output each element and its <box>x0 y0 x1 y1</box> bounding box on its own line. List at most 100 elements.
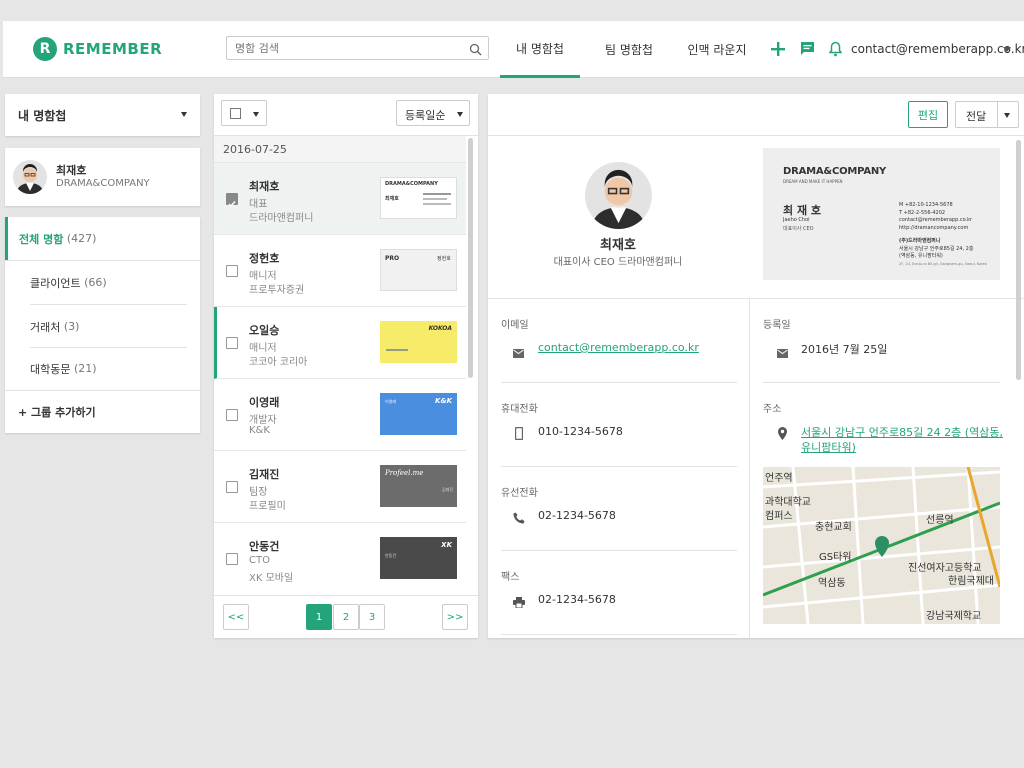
row-checkbox[interactable] <box>226 193 238 208</box>
business-card-thumbnail[interactable]: Profeel.me 김재진 <box>380 465 457 507</box>
row-name: 정헌호 <box>249 252 280 265</box>
group-item-alumni[interactable]: 대학동문 (21) <box>5 347 200 390</box>
address-link[interactable]: 서울시 강남구 언주로85길 24 2층 (역삼동, 유니팜타워) <box>801 425 1003 455</box>
sort-dropdown[interactable]: 등록일순 <box>396 100 470 126</box>
map-label: GS타워 <box>819 552 852 563</box>
row-company: K&K <box>249 425 270 436</box>
tab-team-cards[interactable]: 팀 명함첩 <box>591 21 667 78</box>
group-item-client[interactable]: 클라이언트 (66) <box>5 261 200 304</box>
pagination-page-2[interactable]: 2 <box>333 604 359 630</box>
group-count: (3) <box>63 320 80 333</box>
date-value: 2016년 7월 25일 <box>801 343 888 356</box>
location-pin-icon <box>778 425 787 444</box>
logo[interactable]: R REMEMBER <box>33 37 162 61</box>
profile-card[interactable]: 최재호 DRAMA&COMPANY <box>5 148 200 206</box>
email-link[interactable]: contact@rememberapp.co.kr <box>538 341 699 354</box>
mail-icon <box>777 343 788 362</box>
row-name: 최재호 <box>249 180 280 193</box>
map-label: 언주역 <box>765 473 793 484</box>
plus-icon[interactable] <box>770 41 786 61</box>
phone-icon <box>513 509 525 528</box>
message-icon[interactable] <box>800 41 815 60</box>
map[interactable]: 언주역 과학대학교 컴퍼스 충현교회 선릉역 GS타워 역삼동 진선여자고등학교… <box>763 467 1000 624</box>
top-bar: R REMEMBER 내 명함첩 팀 명함첩 인맥 라운지 contact@re… <box>3 21 1024 78</box>
map-label: 한림국제대 <box>948 576 994 587</box>
list-item[interactable]: 안동건 CTO XK 모바일 XK 안동건 <box>214 523 466 595</box>
phone-label: 유선전화 <box>501 488 538 499</box>
group-item-partner[interactable]: 거래처 (3) <box>5 305 200 348</box>
row-title: 팀장 <box>249 487 268 498</box>
search-box <box>226 36 489 60</box>
group-label: 거래처 <box>30 320 61 334</box>
map-label: 강남국제학교 <box>926 611 982 622</box>
detail-panel: 편집 전달 최재호 대표이사 CEO 드라마앤컴퍼니 DRAMA&COMPANY… <box>488 94 1024 638</box>
detail-scrollbar[interactable] <box>1016 140 1021 380</box>
forward-button[interactable]: 전달 <box>955 101 1019 128</box>
divider <box>488 298 1024 299</box>
group-label: 전체 명함 <box>19 232 64 246</box>
divider <box>501 550 737 551</box>
row-title: CTO <box>249 555 270 566</box>
tab-my-cards[interactable]: 내 명함첩 <box>500 21 580 78</box>
search-icon[interactable] <box>469 41 482 60</box>
business-card-thumbnail[interactable]: PRO 정헌호 <box>380 249 457 291</box>
group-label: 대학동문 <box>30 362 71 376</box>
pagination-next[interactable]: >> <box>442 604 468 630</box>
row-checkbox[interactable] <box>226 481 238 493</box>
row-title: 매니저 <box>249 343 277 354</box>
chevron-down-icon[interactable] <box>1003 47 1011 52</box>
search-input[interactable] <box>227 37 457 60</box>
row-name: 오일승 <box>249 324 280 337</box>
chevron-down-icon <box>457 112 463 117</box>
business-card-thumbnail[interactable]: XK 안동건 <box>380 537 457 579</box>
sort-label: 등록일순 <box>405 109 446 122</box>
row-checkbox[interactable] <box>226 553 238 565</box>
business-card-thumbnail[interactable]: K&K 이영래 <box>380 393 457 435</box>
fax-value: 02-1234-5678 <box>538 593 616 606</box>
divider <box>488 135 1024 136</box>
row-checkbox[interactable] <box>226 409 238 421</box>
row-title: 개발자 <box>249 415 277 426</box>
row-checkbox[interactable] <box>226 265 238 277</box>
tab-network-lounge[interactable]: 인맥 라운지 <box>679 21 755 78</box>
row-company: 코코아 코리아 <box>249 357 308 368</box>
group-list: 전체 명함 (427) 클라이언트 (66) 거래처 (3) 대학동문 (21)… <box>5 217 200 433</box>
business-card-thumbnail[interactable]: DRAMA&COMPANY 최재호 <box>380 177 457 219</box>
phone-value[interactable]: 02-1234-5678 <box>538 509 616 522</box>
list-item[interactable]: 오일승 매니저 코코아 코리아 KOKOA <box>214 307 466 379</box>
map-streets <box>763 467 1000 624</box>
divider <box>214 595 478 596</box>
row-checkbox[interactable] <box>226 337 238 349</box>
list-item[interactable]: 김재진 팀장 프로필미 Profeel.me 김재진 <box>214 451 466 523</box>
edit-button[interactable]: 편집 <box>908 101 948 128</box>
pagination-page-3[interactable]: 3 <box>359 604 385 630</box>
row-company: XK 모바일 <box>249 573 294 584</box>
email-label: 이메일 <box>501 320 529 331</box>
profile-name: 최재호 <box>56 164 87 177</box>
select-all-checkbox[interactable] <box>230 108 241 119</box>
detail-avatar <box>585 162 652 229</box>
business-card-thumbnail[interactable]: KOKOA <box>380 321 457 363</box>
list-scrollbar[interactable] <box>468 138 473 378</box>
row-company: 드라마앤컴퍼니 <box>249 213 314 224</box>
logo-text: REMEMBER <box>63 40 163 58</box>
pagination-prev[interactable]: << <box>223 604 249 630</box>
add-group-button[interactable]: + 그룹 추가하기 <box>5 390 200 433</box>
user-email[interactable]: contact@rememberapp.co.kr <box>851 42 1024 56</box>
group-item-all[interactable]: 전체 명함 (427) <box>5 217 200 260</box>
list-item[interactable]: 최재호 대표 드라마앤컴퍼니 DRAMA&COMPANY 최재호 <box>214 163 466 235</box>
address-label: 주소 <box>763 404 782 415</box>
list-item[interactable]: 이영래 개발자 K&K K&K 이영래 <box>214 379 466 451</box>
row-title: 매니저 <box>249 271 277 282</box>
row-title: 대표 <box>249 199 268 210</box>
list-item[interactable]: 정헌호 매니저 프로투자증권 PRO 정헌호 <box>214 235 466 307</box>
group-dropdown[interactable]: 내 명함첩 <box>5 94 200 136</box>
group-count: (21) <box>73 362 97 375</box>
bell-icon[interactable] <box>828 41 843 61</box>
business-card-image[interactable]: DRAMA&COMPANY DREAM AND MAKE IT HAPPEN 최… <box>763 148 1000 280</box>
card-list-panel: 등록일순 2016-07-25 최재호 대표 드라마앤컴퍼니 DRAMA&COM… <box>214 94 478 638</box>
pagination-page-1[interactable]: 1 <box>306 604 332 630</box>
row-name: 이영래 <box>249 396 280 409</box>
select-all-dropdown[interactable] <box>221 100 267 126</box>
mobile-value[interactable]: 010-1234-5678 <box>538 425 623 438</box>
